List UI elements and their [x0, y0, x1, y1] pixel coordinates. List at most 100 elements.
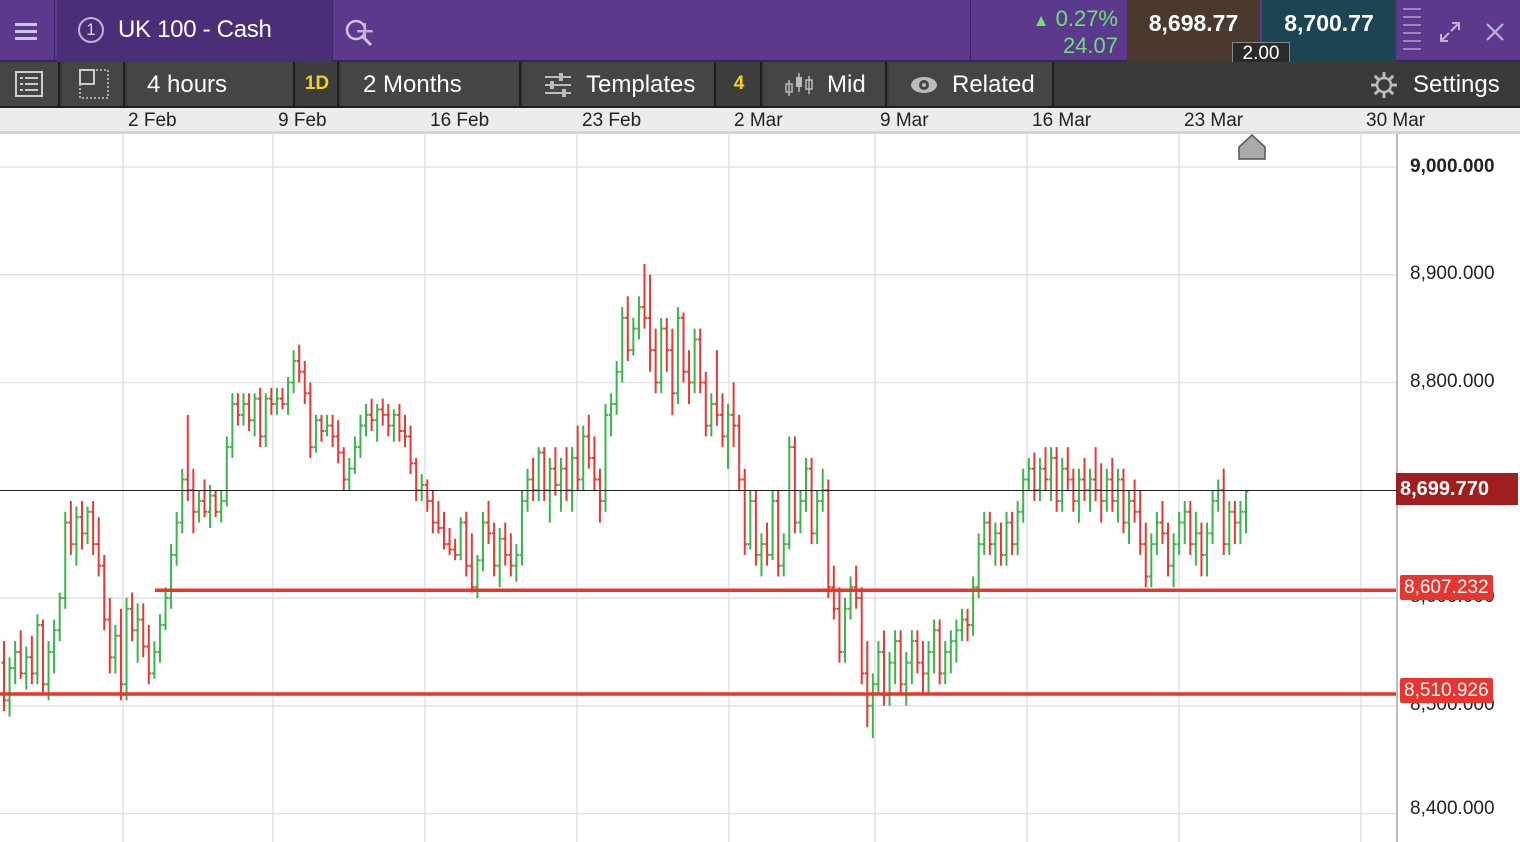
- ohlc-bar: [575, 425, 581, 491]
- home-marker-icon[interactable]: [1238, 134, 1266, 160]
- ohlc-bar: [196, 490, 202, 523]
- close-icon[interactable]: [1484, 21, 1506, 43]
- x-tick-label: 16 Mar: [1032, 110, 1092, 131]
- ohlc-bar: [664, 317, 670, 372]
- instrument-selector[interactable]: 1 UK 100 - Cash: [57, 0, 373, 62]
- ohlc-bar: [747, 490, 753, 550]
- ohlc-bar: [335, 420, 341, 464]
- ohlc-bar: [953, 619, 959, 663]
- ohlc-bar: [435, 501, 441, 534]
- settings-label: Settings: [1413, 71, 1500, 98]
- ohlc-bar: [140, 603, 146, 658]
- ohlc-bar: [914, 630, 920, 674]
- ohlc-bar: [207, 484, 213, 528]
- change-points: 24.07: [1062, 33, 1118, 58]
- ohlc-bar: [79, 501, 85, 550]
- ohlc-bar: [458, 517, 464, 561]
- ohlc-bar: [179, 468, 185, 534]
- settings-button[interactable]: Settings: [1360, 62, 1520, 106]
- ohlc-bar: [541, 447, 547, 502]
- ohlc-bar: [731, 382, 737, 448]
- ohlc-bar: [307, 382, 313, 458]
- ohlc-bar: [90, 501, 96, 555]
- layout-button[interactable]: [62, 62, 125, 106]
- timeframe-badge[interactable]: 1D: [297, 62, 339, 106]
- time-axis: 2 Feb 9 Feb 16 Feb 23 Feb 2 Mar 9 Mar 16…: [0, 108, 1520, 134]
- ohlc-bar: [1221, 468, 1227, 555]
- ohlc-bar: [1081, 457, 1087, 502]
- ohlc-bar: [402, 414, 408, 448]
- interval-selector[interactable]: 4 hours: [127, 62, 295, 106]
- templates-button[interactable]: Templates: [523, 62, 716, 106]
- templates-label: Templates: [586, 71, 696, 98]
- gear-icon: [1371, 72, 1397, 98]
- ohlc-bar: [51, 619, 57, 674]
- ohlc-bar: [452, 538, 458, 561]
- hline-label-2[interactable]: 8,510.926: [1400, 678, 1493, 703]
- ohlc-bar: [536, 447, 542, 502]
- expand-icon[interactable]: [1438, 20, 1462, 44]
- ohlc-bar: [708, 393, 714, 437]
- hline-label-1[interactable]: 8,607.232: [1400, 575, 1493, 600]
- ohlc-bar: [40, 619, 46, 695]
- ohlc-bar: [892, 630, 898, 685]
- ohlc-bar: [680, 312, 686, 383]
- ohlc-bar: [1137, 490, 1143, 555]
- ohlc-bar: [970, 576, 976, 636]
- main-menu-button[interactable]: [0, 0, 55, 62]
- ohlc-bar: [497, 527, 503, 588]
- ohlc-bar: [552, 447, 558, 496]
- ohlc-bar: [959, 608, 965, 642]
- ohlc-bar: [1042, 447, 1048, 491]
- price-chart[interactable]: [0, 134, 1396, 842]
- related-button[interactable]: Related: [889, 62, 1054, 106]
- ohlc-bar: [719, 393, 725, 448]
- ohlc-bar: [341, 447, 347, 491]
- ohlc-bar: [909, 630, 915, 685]
- hamburger-icon: [15, 23, 37, 26]
- ohlc-bar: [1232, 501, 1238, 545]
- price-mode-label: Mid: [827, 71, 866, 98]
- ohlc-bar: [853, 565, 859, 609]
- ohlc-bar: [703, 371, 709, 437]
- ohlc-bar: [1154, 511, 1160, 555]
- ohlc-bar: [1109, 457, 1115, 512]
- ohlc-bar: [1237, 501, 1243, 545]
- ohlc-bar: [1243, 490, 1249, 534]
- ohlc-bar: [814, 490, 820, 545]
- ohlc-bar: [491, 522, 497, 577]
- x-tick-label: 2 Feb: [128, 110, 177, 131]
- current-price-tag: 8,699.770: [1396, 473, 1518, 505]
- horizontal-lines[interactable]: [0, 588, 1396, 696]
- y-tick-label: 8,400.000: [1410, 798, 1495, 819]
- hamburger-icon-line: [15, 37, 37, 40]
- ohlc-bar: [363, 404, 369, 437]
- ohlc-bar: [614, 360, 620, 415]
- ohlc-bar: [124, 598, 130, 701]
- range-selector[interactable]: 2 Months: [341, 62, 521, 106]
- ohlc-bar: [46, 641, 52, 701]
- ohlc-bar: [714, 350, 720, 426]
- ohlc-bar: [1, 641, 7, 712]
- add-instrument-button[interactable]: +: [335, 0, 395, 62]
- ohlc-bar: [1187, 501, 1193, 555]
- x-tick-label: 9 Mar: [880, 110, 929, 131]
- ohlc-bar: [653, 328, 659, 394]
- ohlc-bar: [330, 414, 336, 448]
- ohlc-bar: [931, 619, 937, 674]
- price-mode-selector[interactable]: Mid: [764, 62, 887, 106]
- ohlc-bar: [101, 554, 107, 631]
- x-tick-label: 23 Mar: [1184, 110, 1244, 131]
- indicator-list-button[interactable]: [0, 62, 60, 106]
- ohlc-bar: [903, 651, 909, 706]
- templates-count-badge: 4: [718, 62, 762, 106]
- layout-icon: [79, 69, 109, 99]
- ohlc-bar: [926, 641, 932, 695]
- ohlc-bar: [1176, 511, 1182, 555]
- ohlc-bar: [7, 657, 13, 717]
- drag-handle[interactable]: [1397, 0, 1427, 62]
- ohlc-bar: [29, 635, 35, 685]
- ohlc-bar: [669, 328, 675, 415]
- ohlc-bar: [758, 533, 764, 577]
- ohlc-bar: [597, 468, 603, 523]
